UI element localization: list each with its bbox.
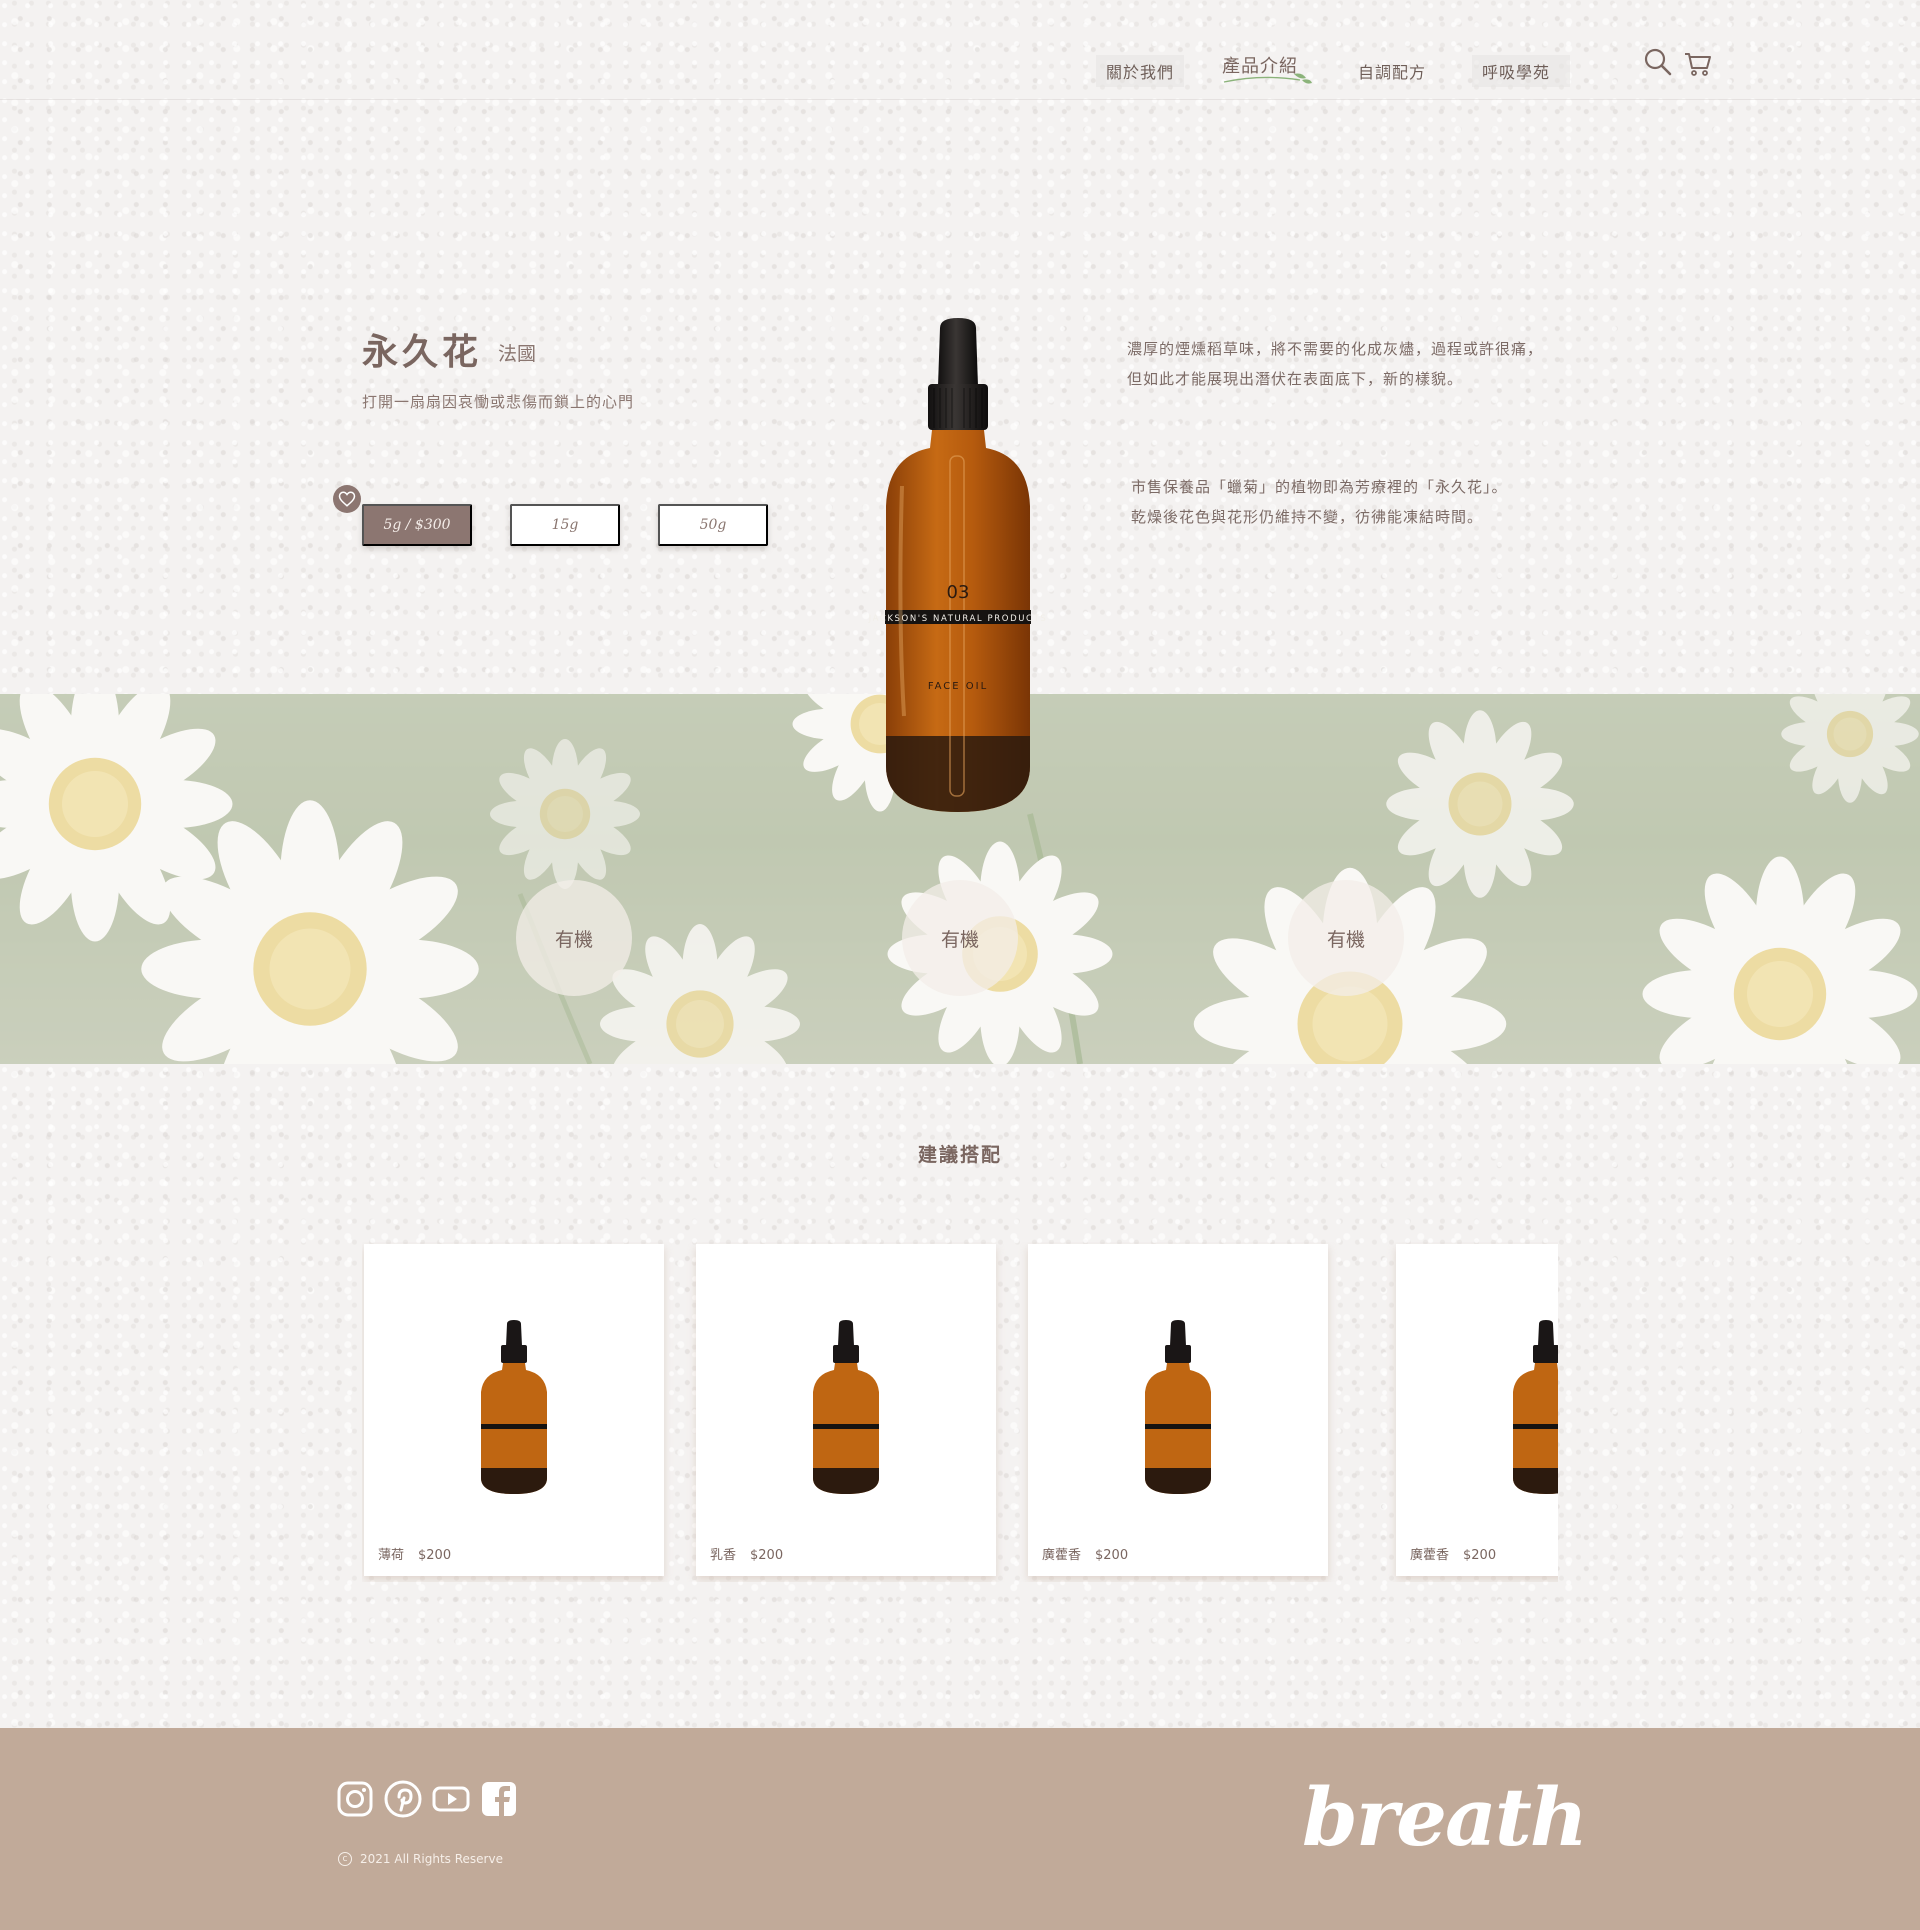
description-line: 但如此才能展現出潛伏在表面底下，新的樣貌。 xyxy=(1127,370,1464,388)
product-card-bottle xyxy=(813,1320,879,1494)
product-card-name: 乳香 xyxy=(710,1548,737,1563)
description-line: 市售保養品「蠟菊」的植物即為芳療裡的「永久花」。 xyxy=(1131,478,1508,496)
brand-logo[interactable]: breath xyxy=(1302,1770,1588,1864)
bottle-band-text: JACKSON'S NATURAL PRODUCTS xyxy=(868,614,1047,624)
search-icon[interactable] xyxy=(1642,46,1674,78)
product-card-caption: 廣藿香 $200 xyxy=(1410,1544,1496,1563)
instagram-icon[interactable] xyxy=(336,1780,374,1818)
size-option-5g[interactable]: 5g / $300 xyxy=(362,504,472,546)
product-card-price: $200 xyxy=(1095,1548,1129,1563)
product-bottle-image: JACKSON'S NATURAL PRODUCTS 03 FACE OIL xyxy=(868,318,1047,812)
active-leaf-underline xyxy=(1223,73,1312,84)
product-tagline: 打開一扇扇因哀慟或悲傷而鎖上的心門 xyxy=(362,393,635,411)
nav-academy[interactable]: 呼吸學苑 xyxy=(1472,55,1570,87)
size-option-15g[interactable]: 15g xyxy=(510,504,620,546)
product-origin: 法國 xyxy=(498,343,537,365)
product-card-bottle xyxy=(1145,1320,1211,1494)
product-card-name: 廣藿香 xyxy=(1410,1548,1450,1563)
bottle-type: FACE OIL xyxy=(928,681,988,692)
nav-about[interactable]: 關於我們 xyxy=(1096,55,1185,87)
product-card-price: $200 xyxy=(750,1548,784,1563)
copyright-icon: c xyxy=(338,1852,352,1866)
product-description-1: 濃厚的煙燻稻草味，將不需要的化成灰燼，過程或許很痛， 但如此才能展現出潛伏在表面… xyxy=(1127,334,1543,394)
product-description-2: 市售保養品「蠟菊」的植物即為芳療裡的「永久花」。 乾燥後花色與花形仍維持不變，彷… xyxy=(1131,472,1508,532)
product-card[interactable]: 廣藿香 $200 xyxy=(1396,1244,1558,1576)
cart-icon[interactable] xyxy=(1682,46,1714,78)
organic-badge: 有機 xyxy=(1288,880,1404,996)
youtube-icon[interactable] xyxy=(432,1780,470,1818)
organic-badge: 有機 xyxy=(902,880,1018,996)
nav-custom-formula[interactable]: 自調配方 xyxy=(1348,55,1436,87)
bottle-number: 03 xyxy=(947,582,970,603)
product-name: 永久花 xyxy=(362,331,483,373)
product-card[interactable]: 薄荷 $200 xyxy=(364,1244,664,1576)
site-header: 關於我們 產品介紹 自調配方 呼吸學苑 xyxy=(0,0,1920,100)
product-card-caption: 乳香 $200 xyxy=(710,1544,783,1563)
product-card[interactable]: 乳香 $200 xyxy=(696,1244,996,1576)
product-card-name: 薄荷 xyxy=(378,1548,405,1563)
product-card[interactable]: 廣藿香 $200 xyxy=(1028,1244,1328,1576)
size-option-50g[interactable]: 50g xyxy=(658,504,768,546)
pinterest-icon[interactable] xyxy=(384,1780,422,1818)
organic-badge: 有機 xyxy=(516,880,632,996)
copyright-text: 2021 All Rights Reserve xyxy=(360,1852,503,1866)
product-card-bottle xyxy=(481,1320,547,1494)
product-card-caption: 薄荷 $200 xyxy=(378,1544,451,1563)
product-card-caption: 廣藿香 $200 xyxy=(1042,1544,1128,1563)
description-line: 濃厚的煙燻稻草味，將不需要的化成灰燼，過程或許很痛， xyxy=(1127,340,1544,358)
product-card-price: $200 xyxy=(1463,1548,1497,1563)
facebook-icon[interactable] xyxy=(480,1780,518,1818)
description-line: 乾燥後花色與花形仍維持不變，彷彿能凍結時間。 xyxy=(1131,508,1484,526)
product-card-price: $200 xyxy=(418,1548,452,1563)
site-footer: c 2021 All Rights Reserve breath xyxy=(0,1728,1920,1930)
product-card-bottle xyxy=(1513,1320,1558,1494)
heart-icon[interactable] xyxy=(333,485,361,513)
recommend-title: 建議搭配 xyxy=(917,1144,1002,1166)
product-card-name: 廣藿香 xyxy=(1042,1548,1082,1563)
recommend-carousel[interactable]: 薄荷 $200 乳香 $200 廣藿香 $200 廣藿香 $200 xyxy=(362,1242,1558,1582)
copyright: c 2021 All Rights Reserve xyxy=(338,1852,503,1866)
